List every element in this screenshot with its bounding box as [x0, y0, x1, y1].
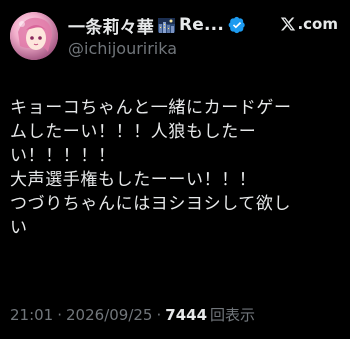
views-label: 回表示 — [210, 306, 256, 324]
meta-separator: · — [57, 306, 63, 324]
post-card: 一条莉々華 Re... @ichijouririka .com キョーコちゃんと… — [0, 0, 350, 339]
avatar[interactable] — [10, 12, 58, 60]
post-header: 一条莉々華 Re... @ichijouririka .com — [10, 12, 340, 68]
brand-logo[interactable]: .com — [280, 15, 338, 33]
post-text-line: い！！！！！ — [10, 146, 116, 166]
meta-separator: · — [156, 306, 162, 324]
post-text-line: キョーコちゃんと一緒にカードゲー — [10, 98, 292, 118]
night-city-emoji-icon — [158, 17, 175, 33]
post-text-line: 大声選手権もしたーーい！！！ — [10, 170, 257, 190]
brand-text: .com — [297, 15, 338, 33]
display-name[interactable]: 一条莉々華 — [68, 13, 154, 38]
display-name-suffix[interactable]: Re... — [179, 15, 224, 35]
post-text: キョーコちゃんと一緒にカードゲー ムしたーい！！！人狼もしたー い！！！！！ 大… — [10, 96, 342, 240]
post-date[interactable]: 2026/09/25 — [66, 306, 152, 324]
avatar-image — [10, 12, 58, 60]
post-meta: 21:01 · 2026/09/25 · 7444 回表示 — [10, 304, 255, 325]
post-text-line: い — [10, 218, 28, 238]
verified-badge-icon — [228, 16, 246, 34]
post-time[interactable]: 21:01 — [10, 306, 53, 324]
x-logo-icon — [280, 16, 296, 32]
author-handle[interactable]: @ichijouririka — [68, 39, 177, 58]
post-text-line: ムしたーい！！！人狼もしたー — [10, 122, 257, 142]
name-row: 一条莉々華 Re... — [68, 13, 246, 38]
post-text-line: つづりちゃんにはヨシヨシして欲し — [10, 194, 292, 214]
views-count[interactable]: 7444 — [165, 306, 207, 324]
